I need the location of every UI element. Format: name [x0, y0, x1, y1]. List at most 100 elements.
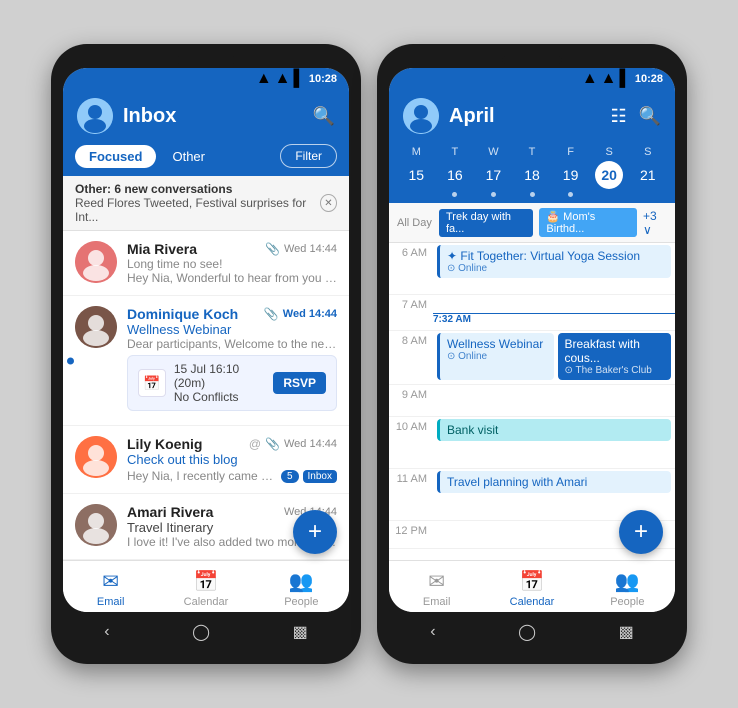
notification-bar: Other: 6 new conversations Reed Flores T… [63, 176, 349, 231]
time-label: 7 AM [389, 295, 433, 330]
time-label: 9 AM [389, 385, 433, 416]
home-button[interactable]: ◯ [502, 618, 552, 646]
header-actions: ☷ 🔍 [610, 106, 661, 127]
notif-main: Other: 6 new conversations [75, 182, 320, 196]
compose-button[interactable]: + [293, 510, 337, 554]
email-item[interactable]: Dominique Koch 📎 Wed 14:44 Wellness Webi… [63, 296, 349, 426]
calendar-icon: 📅 [138, 369, 166, 397]
email-sender: Lily Koenig [127, 436, 202, 452]
nav-people[interactable]: 👥 People [580, 569, 675, 608]
time-label: 8 AM [389, 331, 433, 384]
status-icons: ▲ ▲ ▌ [582, 70, 631, 88]
email-content: Lily Koenig @ 📎 Wed 14:44 Check out this… [127, 436, 337, 483]
back-button[interactable]: ‹ [414, 619, 451, 645]
day-label: M [412, 146, 421, 158]
email-body: Hey Nia, Wonderful to hear from you afte… [127, 271, 337, 285]
nav-people-label: People [610, 596, 644, 608]
event-dot [452, 192, 457, 197]
recents-button[interactable]: ▩ [277, 618, 324, 646]
bottom-nav: ✉ Email 📅 Calendar 👥 People [389, 560, 675, 612]
cal-day-fri[interactable]: F 19 [551, 146, 590, 197]
cal-date: 15 Jul 16:10 (20m) [174, 362, 273, 390]
calendar-nav-icon: 📅 [194, 569, 219, 594]
tab-other[interactable]: Other [164, 145, 213, 168]
time-events: ✦ Fit Together: Virtual Yoga Session ⊙ O… [433, 243, 675, 294]
tab-focused[interactable]: Focused [75, 145, 156, 168]
day-num: 16 [441, 161, 469, 189]
header-left: April [403, 98, 495, 134]
birthday-event[interactable]: 🎂 Mom's Birthd... [539, 208, 637, 237]
event-location: ⊙ The Baker's Club [565, 365, 665, 376]
attachment-icon: 📎 [264, 307, 279, 321]
notif-close-button[interactable]: ✕ [320, 194, 337, 212]
inbox-title: Inbox [123, 105, 176, 128]
breakfast-event[interactable]: Breakfast with cous... ⊙ The Baker's Clu… [558, 333, 672, 380]
wifi-icon: ▲ [256, 70, 272, 88]
status-icons: ▲ ▲ ▌ [256, 70, 305, 88]
event-location: ⊙ Online [447, 263, 664, 274]
cal-event-left: 📅 15 Jul 16:10 (20m) No Conflicts [138, 362, 273, 404]
cal-event-text: 15 Jul 16:10 (20m) No Conflicts [174, 362, 273, 404]
avatar[interactable] [403, 98, 439, 134]
nav-email-label: Email [97, 596, 125, 608]
email-subject: Check out this blog [127, 452, 337, 467]
cal-day-wed[interactable]: W 17 [474, 146, 513, 197]
nav-calendar-label: Calendar [184, 596, 229, 608]
email-body: Dear participants, Welcome to the new we… [127, 337, 337, 351]
rsvp-button[interactable]: RSVP [273, 372, 326, 394]
time-slot-10am: 10 AM Bank visit [389, 417, 675, 469]
cal-day-sat[interactable]: S 20 [590, 146, 629, 197]
cal-day-mon[interactable]: M 15 [397, 146, 436, 197]
search-icon[interactable]: 🔍 [639, 106, 661, 127]
nav-calendar[interactable]: 📅 Calendar [484, 569, 579, 608]
view-mode-icon[interactable]: ☷ [610, 106, 626, 127]
at-icon: @ [249, 437, 261, 451]
day-label: S [644, 146, 651, 158]
badge-inbox: Inbox [303, 470, 337, 483]
back-button[interactable]: ‹ [88, 619, 125, 645]
cal-day-tue[interactable]: T 16 [436, 146, 475, 197]
phone-email: ▲ ▲ ▌ 10:28 Inbox 🔍 F [51, 44, 361, 664]
add-event-button[interactable]: + [619, 510, 663, 554]
cal-day-thu[interactable]: T 18 [513, 146, 552, 197]
notif-content: Other: 6 new conversations Reed Flores T… [75, 182, 320, 224]
nav-people[interactable]: 👥 People [254, 569, 349, 608]
bottom-nav: ✉ Email 📅 Calendar 👥 People [63, 560, 349, 612]
cal-day-sun[interactable]: S 21 [628, 146, 667, 197]
search-icon[interactable]: 🔍 [313, 106, 335, 127]
all-day-label: All Day [397, 217, 433, 229]
home-button[interactable]: ◯ [176, 618, 226, 646]
time-indicator-line: 7:32 AM [433, 313, 675, 325]
webinar-event[interactable]: Wellness Webinar ⊙ Online [437, 333, 554, 380]
email-row1: Mia Rivera 📎 Wed 14:44 [127, 241, 337, 257]
battery-icon: ▌ [294, 70, 305, 88]
tab-filter[interactable]: Filter [280, 144, 337, 168]
email-item[interactable]: Mia Rivera 📎 Wed 14:44 Long time no see!… [63, 231, 349, 296]
bank-event[interactable]: Bank visit [437, 419, 671, 441]
battery-icon: ▌ [620, 70, 631, 88]
event-dot [491, 192, 496, 197]
avatar[interactable] [77, 98, 113, 134]
nav-email[interactable]: ✉ Email [63, 569, 158, 608]
email-sender: Mia Rivera [127, 241, 197, 257]
time-events: Wellness Webinar ⊙ Online Breakfast with… [433, 331, 675, 384]
day-num: 15 [402, 161, 430, 189]
unread-dot [67, 357, 74, 364]
time-slot-6am: 6 AM ✦ Fit Together: Virtual Yoga Sessio… [389, 243, 675, 295]
trek-event[interactable]: Trek day with fa... [439, 209, 533, 237]
time-slot-8am: 8 AM Wellness Webinar ⊙ Online Breakfast… [389, 331, 675, 385]
event-dot [568, 192, 573, 197]
recents-button[interactable]: ▩ [603, 618, 650, 646]
notch [176, 56, 236, 64]
yoga-event[interactable]: ✦ Fit Together: Virtual Yoga Session ⊙ O… [437, 245, 671, 278]
nav-email[interactable]: ✉ Email [389, 569, 484, 608]
email-item[interactable]: Lily Koenig @ 📎 Wed 14:44 Check out this… [63, 426, 349, 494]
attachment-icon: 📎 [265, 437, 280, 451]
nav-calendar[interactable]: 📅 Calendar [158, 569, 253, 608]
phone-calendar: ▲ ▲ ▌ 10:28 April ☷ 🔍 [377, 44, 687, 664]
travel-planning-event[interactable]: Travel planning with Amari [437, 471, 671, 493]
more-events[interactable]: +3 ∨ [643, 209, 667, 237]
people-nav-icon: 👥 [615, 569, 640, 594]
status-bar: ▲ ▲ ▌ 10:28 [389, 68, 675, 90]
time-events: Bank visit [433, 417, 675, 468]
